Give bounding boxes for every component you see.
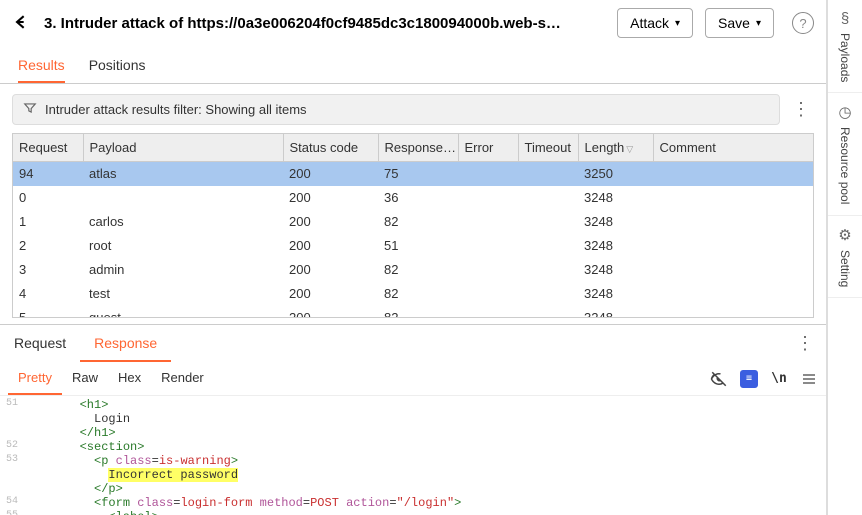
vtab-pretty[interactable]: Pretty: [8, 362, 62, 395]
chevron-down-icon: ▾: [675, 18, 680, 29]
tab-response[interactable]: Response: [80, 325, 171, 362]
table-row[interactable]: 4test200823248: [13, 282, 813, 306]
sort-desc-icon: ▽: [626, 144, 633, 154]
sidebar-resource-pool[interactable]: ◷ Resource pool: [828, 93, 862, 215]
table-row[interactable]: 94atlas200753250: [13, 162, 813, 186]
sidebar-settings[interactable]: ⚙ Setting: [828, 216, 862, 298]
request-response-tabs: Request Response ⋮: [0, 324, 826, 362]
viewer-tabs: Pretty Raw Hex Render ≡ \n: [0, 362, 826, 396]
save-button[interactable]: Save ▾: [705, 8, 774, 38]
hide-icon[interactable]: [710, 370, 728, 388]
col-timeout[interactable]: Timeout: [518, 134, 578, 162]
results-table: Request Payload Status code Response… Er…: [13, 134, 813, 318]
vtab-render[interactable]: Render: [151, 362, 214, 395]
table-row[interactable]: 3admin200823248: [13, 258, 813, 282]
tab-positions[interactable]: Positions: [89, 47, 146, 83]
sidebar-payloads[interactable]: § Payloads: [828, 0, 862, 93]
window-title: 3. Intruder attack of https://0a3e006204…: [44, 15, 605, 32]
col-length[interactable]: Length▽: [578, 134, 653, 162]
back-arrow-icon[interactable]: [12, 12, 32, 35]
chevron-down-icon: ▾: [756, 18, 761, 29]
vtab-hex[interactable]: Hex: [108, 362, 151, 395]
newline-toggle-icon[interactable]: ≡: [740, 370, 758, 388]
col-request[interactable]: Request: [13, 134, 83, 162]
main-tabs: Results Positions: [0, 47, 826, 84]
tab-request[interactable]: Request: [0, 325, 80, 362]
col-error[interactable]: Error: [458, 134, 518, 162]
col-comment[interactable]: Comment: [653, 134, 813, 162]
col-payload[interactable]: Payload: [83, 134, 283, 162]
attack-button[interactable]: Attack ▾: [617, 8, 693, 38]
results-filter[interactable]: Intruder attack results filter: Showing …: [12, 94, 780, 125]
hamburger-icon[interactable]: [800, 370, 818, 388]
table-row[interactable]: 5guest200823248: [13, 306, 813, 319]
tab-results[interactable]: Results: [18, 47, 65, 83]
filter-menu-icon[interactable]: ⋮: [788, 99, 814, 120]
filter-icon: [23, 101, 37, 118]
right-sidebar: § Payloads ◷ Resource pool ⚙ Setting: [827, 0, 862, 515]
vtab-raw[interactable]: Raw: [62, 362, 108, 395]
col-response[interactable]: Response…: [378, 134, 458, 162]
line-wrap-icon[interactable]: \n: [770, 370, 788, 388]
help-icon[interactable]: ?: [792, 12, 814, 34]
clock-icon: ◷: [838, 103, 851, 121]
reqresp-menu-icon[interactable]: ⋮: [784, 325, 826, 362]
table-header-row: Request Payload Status code Response… Er…: [13, 134, 813, 162]
gear-icon: ⚙: [838, 226, 851, 244]
table-row[interactable]: 2root200513248: [13, 234, 813, 258]
highlighted-text: Incorrect password: [108, 468, 238, 482]
col-status[interactable]: Status code: [283, 134, 378, 162]
table-row[interactable]: 0200363248: [13, 186, 813, 210]
results-table-container: Request Payload Status code Response… Er…: [12, 133, 814, 318]
window-header: 3. Intruder attack of https://0a3e006204…: [0, 0, 826, 47]
payloads-icon: §: [841, 10, 849, 27]
table-row[interactable]: 1carlos200823248: [13, 210, 813, 234]
response-body-viewer[interactable]: 51 <h1> Login </h1> 52 <section> 53 <p c…: [0, 396, 826, 515]
